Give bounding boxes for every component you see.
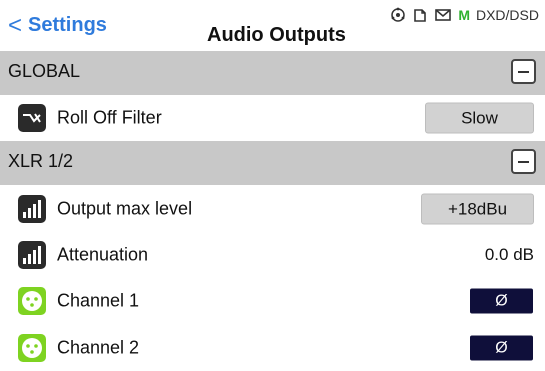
network-icon: [391, 7, 406, 22]
level-bars-icon: [18, 195, 46, 223]
roll-off-filter-label: Roll Off Filter: [57, 107, 162, 128]
xlr-connector-icon: [18, 333, 46, 362]
attenuation-value: 0.0 dB: [484, 245, 534, 264]
chevron-left-icon: <: [8, 11, 23, 39]
level-bars-icon: [18, 241, 46, 269]
screen: < Settings Audio Outputs M DXD/DSD GLOBA…: [0, 0, 545, 371]
section-global: GLOBAL: [0, 51, 545, 95]
channel-2-row: Channel 2 Ø: [0, 324, 545, 371]
output-max-level-row: Output max level +18dBu: [0, 186, 545, 233]
channel-1-label: Channel 1: [57, 290, 140, 311]
collapse-button[interactable]: [511, 59, 536, 84]
section-label: XLR 1/2: [8, 151, 74, 171]
roll-off-filter-select[interactable]: Slow: [425, 102, 534, 134]
back-label: Settings: [28, 14, 107, 36]
sd-card-icon: [414, 9, 427, 22]
mail-icon: [435, 9, 452, 21]
attenuation-row[interactable]: Attenuation 0.0 dB: [0, 232, 545, 279]
channel-1-phase-button[interactable]: Ø: [470, 288, 533, 314]
nav-header: < Settings Audio Outputs M DXD/DSD: [0, 0, 545, 51]
status-bar: M DXD/DSD: [390, 7, 539, 23]
page-title: Audio Outputs: [207, 24, 346, 46]
collapse-button[interactable]: [511, 149, 536, 174]
section-label: GLOBAL: [8, 61, 81, 81]
format-indicator: DXD/DSD: [475, 7, 539, 23]
output-max-level-label: Output max level: [57, 198, 193, 219]
m-indicator: M: [458, 7, 470, 23]
channel-2-label: Channel 2: [57, 337, 140, 357]
channel-1-row: Channel 1 Ø: [0, 278, 545, 325]
roll-off-filter-row: Roll Off Filter Slow: [0, 95, 545, 142]
xlr-connector-icon: [18, 287, 46, 315]
channel-2-phase-button[interactable]: Ø: [470, 335, 533, 360]
section-xlr: XLR 1/2: [0, 141, 545, 185]
output-max-level-select[interactable]: +18dBu: [421, 193, 534, 225]
filter-icon: [18, 104, 46, 132]
back-button[interactable]: < Settings: [8, 11, 107, 39]
attenuation-label: Attenuation: [57, 244, 149, 265]
